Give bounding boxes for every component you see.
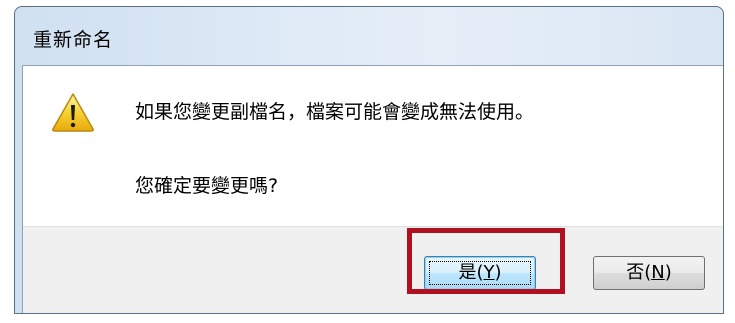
confirm-question: 您確定要變更嗎? xyxy=(135,175,279,197)
button-bar: 是(Y) 否(N) xyxy=(23,226,723,313)
title-bar[interactable]: 重新命名 xyxy=(15,7,723,63)
message-area: 如果您變更副檔名，檔案可能會變成無法使用。 您確定要變更嗎? xyxy=(23,66,723,226)
warning-message: 如果您變更副檔名，檔案可能會變成無法使用。 xyxy=(135,101,535,123)
no-mnemonic-close: ) xyxy=(664,262,672,283)
highlight-box xyxy=(407,228,565,294)
dialog-title: 重新命名 xyxy=(33,29,114,51)
no-mnemonic: N xyxy=(651,262,665,283)
dialog-body: 如果您變更副檔名，檔案可能會變成無法使用。 您確定要變更嗎? 是(Y) 否(N) xyxy=(22,65,723,313)
no-button[interactable]: 否(N) xyxy=(593,256,705,290)
no-button-label: 否 xyxy=(626,262,645,283)
warning-icon xyxy=(52,93,94,132)
rename-dialog: 重新命名 如果您變更副檔名，檔案可能會變成無法使用。 您確定要變更嗎? 是(Y)… xyxy=(14,6,724,314)
